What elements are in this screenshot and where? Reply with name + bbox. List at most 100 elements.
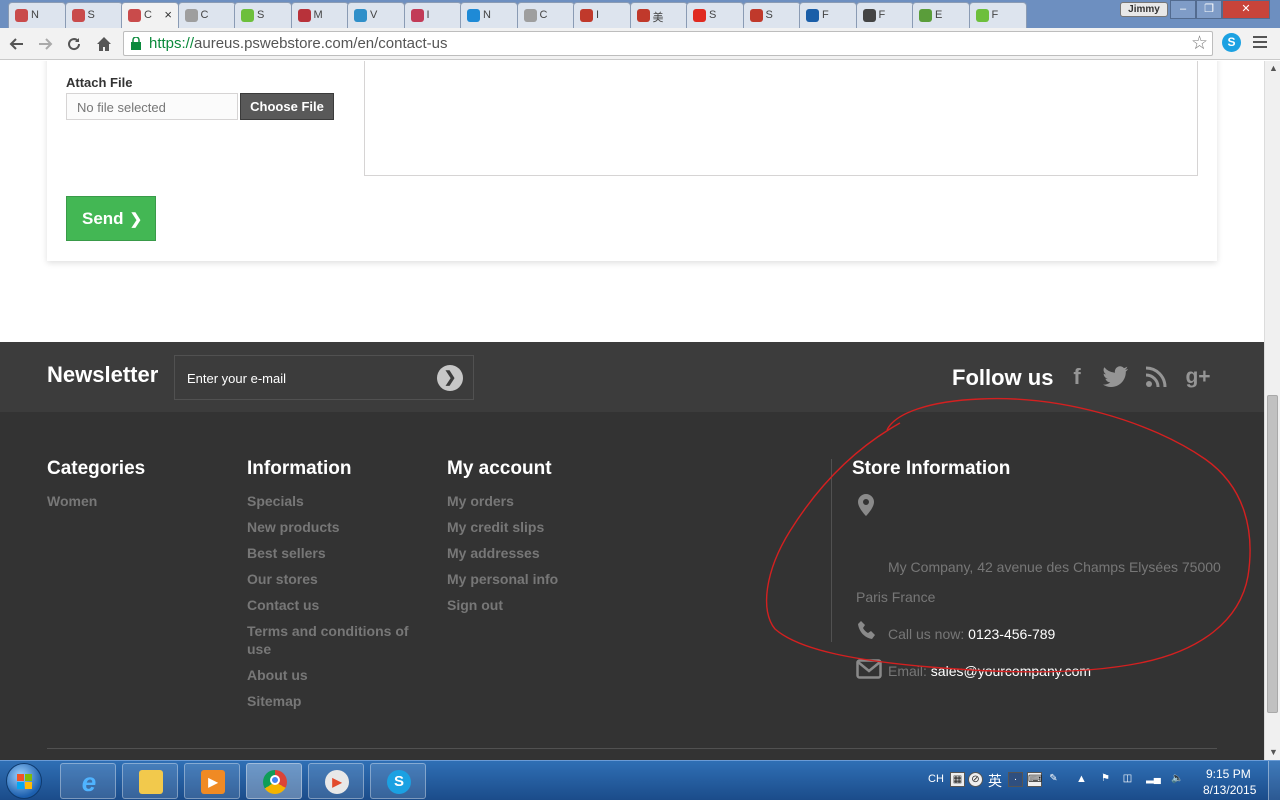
ime-mode[interactable]: 英 (988, 771, 1002, 791)
footer-link[interactable]: Best sellers (247, 544, 427, 562)
ime-settings-icon[interactable]: ✎ (1046, 772, 1061, 787)
footer-link[interactable]: Women (47, 492, 227, 510)
newsletter-title: Newsletter (47, 362, 159, 387)
clock-date[interactable]: 8/13/2015 (1203, 783, 1256, 797)
newsletter-submit-icon[interactable]: ❯ (437, 365, 463, 391)
footer-link[interactable]: New products (247, 518, 427, 536)
twitter-icon[interactable] (1101, 362, 1131, 392)
footer-link[interactable]: My credit slips (447, 518, 627, 536)
forward-button[interactable] (33, 32, 57, 56)
chrome-menu-icon[interactable] (1253, 36, 1267, 51)
browser-tab[interactable]: F (799, 2, 857, 28)
twitter-bird-shape (1103, 366, 1128, 387)
browser-tab[interactable]: M (290, 2, 349, 28)
vertical-scrollbar[interactable]: ▲ ▼ (1264, 61, 1280, 760)
page-viewport: Attach File No file selected Choose File… (0, 61, 1264, 760)
bookmark-star-icon[interactable]: ☆ (1191, 32, 1208, 55)
browser-tab[interactable]: C (516, 2, 575, 28)
taskbar-video-player[interactable]: ▶ (308, 763, 364, 799)
browser-tab[interactable]: E (912, 2, 970, 28)
volume-icon[interactable]: 🔈 (1170, 772, 1185, 787)
rss-icon[interactable] (1141, 362, 1171, 392)
footer-link[interactable]: Specials (247, 492, 427, 510)
start-button[interactable] (6, 763, 42, 799)
punctuation-icon[interactable]: · (1008, 772, 1023, 787)
network-signal-icon[interactable]: ▂▄ (1146, 772, 1161, 787)
browser-tab[interactable]: F (855, 2, 914, 28)
taskbar-chrome[interactable] (246, 763, 302, 799)
tab-title: M (313, 9, 323, 21)
footer: Categories Women Information Specials Ne… (0, 412, 1264, 760)
close-window-button[interactable]: ✕ (1222, 0, 1270, 19)
reload-button[interactable] (62, 32, 86, 56)
tab-favicon-icon (749, 9, 763, 22)
system-tray: CH ▦ ⊘ 英 · ⌨ ✎ ▲ ⚑ ◫ ▂▄ 🔈 (920, 761, 1200, 800)
footer-link[interactable]: My orders (447, 492, 627, 510)
footer-link[interactable]: My addresses (447, 544, 627, 562)
tab-title: I (426, 9, 430, 21)
browser-tab[interactable]: F (968, 2, 1027, 28)
restore-window-button[interactable]: ❐ (1196, 0, 1222, 19)
browser-tab[interactable]: V (347, 2, 405, 28)
store-address-line1: My Company, 42 avenue des Champs Elysées… (888, 559, 1221, 575)
home-button[interactable] (92, 32, 116, 56)
block-icon[interactable]: ⊘ (968, 772, 983, 787)
browser-tab[interactable]: C × (121, 2, 179, 28)
taskbar-skype[interactable]: S (370, 763, 426, 799)
taskbar-media-player[interactable]: ▶ (184, 763, 240, 799)
choose-file-button[interactable]: Choose File (240, 93, 334, 120)
footer-link[interactable]: Sitemap (247, 692, 427, 710)
tab-close-icon[interactable]: × (164, 7, 172, 22)
browser-tab[interactable]: S (234, 2, 292, 28)
footer-link[interactable]: Contact us (247, 596, 427, 614)
footer-link[interactable]: About us (247, 666, 427, 684)
tab-title: C (144, 9, 152, 21)
browser-tab[interactable]: S (686, 2, 744, 28)
ime-icon[interactable]: ▦ (950, 772, 965, 787)
show-hidden-icons[interactable]: ▲ (1076, 773, 1087, 785)
tab-favicon-icon (806, 9, 819, 22)
message-textarea[interactable] (364, 61, 1198, 176)
browser-tab[interactable]: S (742, 2, 801, 28)
tab-favicon-icon (184, 9, 198, 22)
google-plus-icon[interactable]: g+ (1181, 362, 1215, 392)
tab-title: S (765, 9, 773, 21)
footer-link[interactable]: My personal info (447, 570, 627, 588)
action-center-flag-icon[interactable]: ⚑ (1098, 772, 1113, 787)
tab-favicon-icon (919, 9, 932, 22)
footer-link[interactable]: Terms and conditions of use (247, 622, 427, 658)
browser-tab[interactable]: S (64, 2, 123, 28)
back-button[interactable] (5, 32, 29, 56)
send-button[interactable]: Send ❯ (66, 196, 156, 241)
clock-time[interactable]: 9:15 PM (1206, 767, 1251, 781)
browser-tab[interactable]: N (460, 2, 518, 28)
address-bar[interactable]: https://aureus.pswebstore.com/en/contact… (123, 31, 1213, 56)
email-label: Email: (888, 663, 931, 679)
skype-extension-icon[interactable]: S (1222, 33, 1241, 52)
soft-keyboard-icon[interactable]: ⌨ (1027, 772, 1042, 787)
tab-title: C (200, 9, 209, 21)
minimize-window-button[interactable]: – (1170, 0, 1196, 19)
footer-link[interactable]: Sign out (447, 596, 627, 614)
browser-tab[interactable]: N (8, 2, 66, 28)
show-desktop-button[interactable] (1268, 761, 1280, 800)
scroll-up-arrow-icon[interactable]: ▲ (1269, 63, 1278, 73)
browser-tab[interactable]: C (177, 2, 236, 28)
scrollbar-thumb[interactable] (1267, 395, 1278, 713)
browser-tab[interactable]: I (403, 2, 462, 28)
device-icon[interactable]: ◫ (1120, 772, 1135, 787)
newsletter-email-input[interactable]: Enter your e-mail (174, 355, 474, 400)
browser-tab[interactable]: I (573, 2, 631, 28)
footer-link[interactable]: Our stores (247, 570, 427, 588)
profile-badge[interactable]: Jimmy (1120, 2, 1168, 17)
facebook-icon[interactable]: f (1062, 362, 1092, 392)
taskbar-file-explorer[interactable] (122, 763, 178, 799)
store-email-link[interactable]: sales@yourcompany.com (931, 663, 1091, 679)
scroll-down-arrow-icon[interactable]: ▼ (1269, 747, 1278, 757)
taskbar-internet-explorer[interactable]: e (60, 763, 116, 799)
file-name-display[interactable]: No file selected (66, 93, 238, 120)
language-indicator[interactable]: CH (928, 773, 944, 785)
browser-tab[interactable]: 美 (629, 2, 688, 28)
forward-arrow-icon (39, 38, 53, 50)
store-email-row: Email: sales@yourcompany.com (888, 663, 1091, 679)
